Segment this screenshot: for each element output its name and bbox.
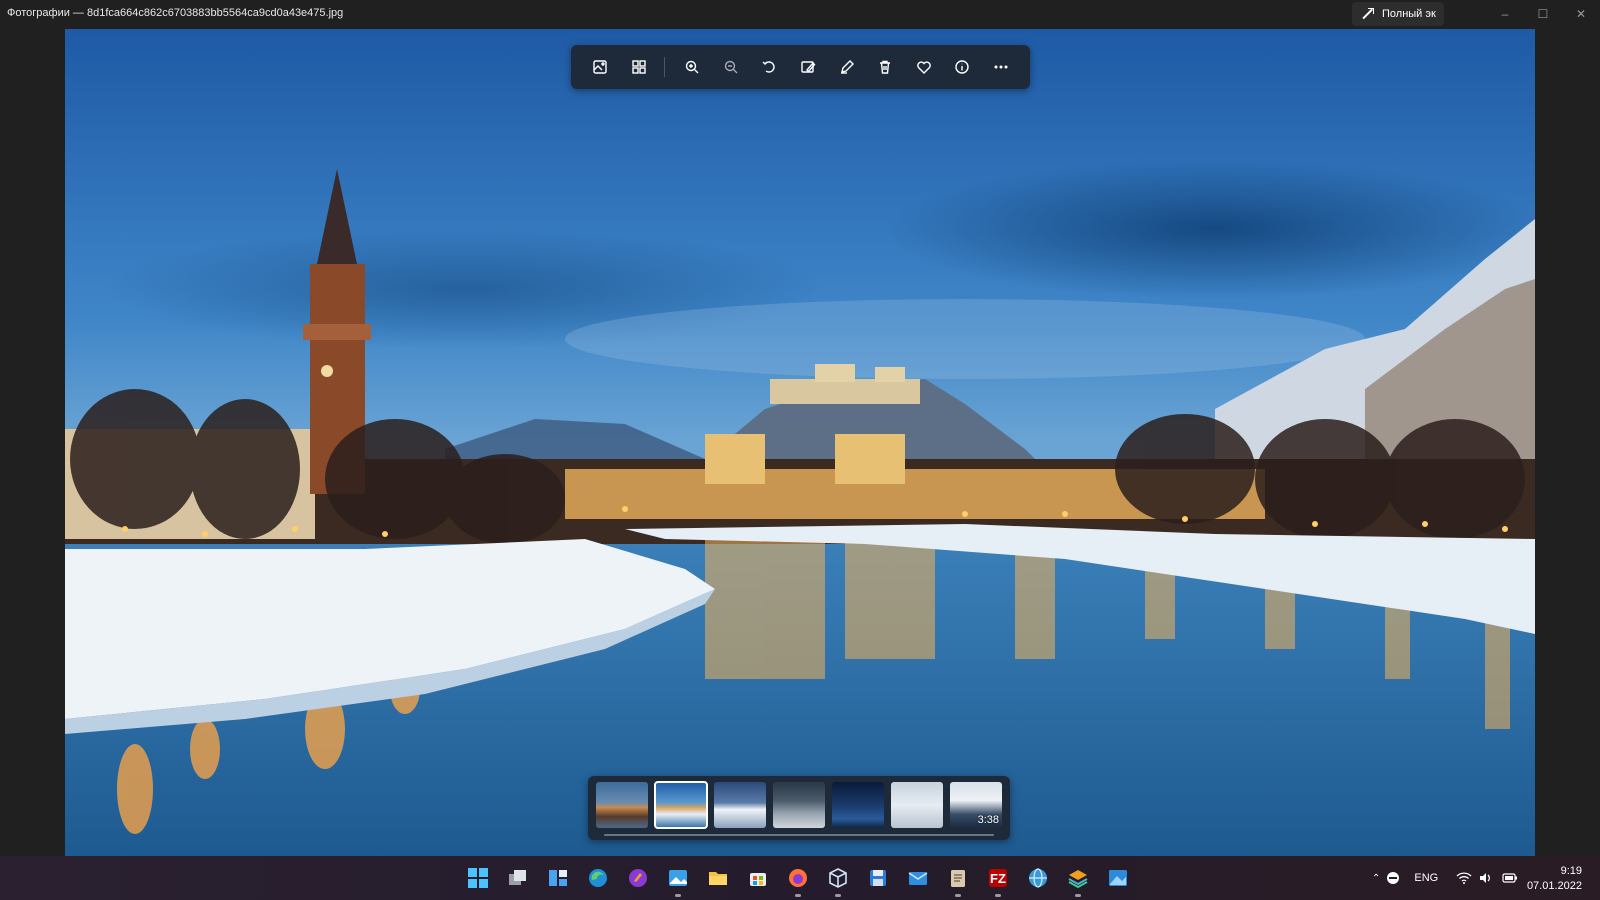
3d-viewer-button[interactable] <box>822 862 854 897</box>
running-indicator <box>955 894 961 897</box>
clock-date: 07.01.2022 <box>1526 880 1582 892</box>
video-thumbnail[interactable]: 3:38 <box>950 782 1002 828</box>
running-indicator <box>995 894 1001 897</box>
thumbnail[interactable] <box>714 782 766 828</box>
running-indicator <box>835 894 841 897</box>
image-toolbar <box>571 45 1030 89</box>
photos-icon <box>669 870 687 886</box>
thumbnail[interactable] <box>832 782 884 828</box>
thumbnail[interactable] <box>596 782 648 828</box>
fullscreen-label: Полный эк <box>1382 8 1436 20</box>
toolbar-divider <box>664 57 666 77</box>
svg-text:FZ: FZ <box>990 871 1006 886</box>
globe-icon <box>1029 868 1047 888</box>
image-icon <box>1109 870 1127 886</box>
running-indicator <box>1075 894 1081 897</box>
purple-app-button[interactable] <box>622 862 654 894</box>
wifi-icon[interactable] <box>1456 871 1472 885</box>
more-icon[interactable] <box>981 47 1020 87</box>
minimize-button[interactable]: – <box>1486 0 1524 28</box>
file-explorer-button[interactable] <box>702 862 734 894</box>
windows-logo-icon <box>468 868 488 888</box>
chevron-up-icon[interactable]: ⌃ <box>1372 873 1380 884</box>
status-app-icon[interactable] <box>1386 871 1400 885</box>
battery-icon[interactable] <box>1502 871 1518 885</box>
folder-icon <box>709 872 727 885</box>
taskbar: FZ ⌃ ENG 9:19 07.01.2022 <box>0 856 1600 900</box>
rotate-icon[interactable] <box>750 47 789 87</box>
view-image-icon[interactable] <box>581 47 620 87</box>
photo-viewer[interactable] <box>65 29 1535 856</box>
thumbnail-selected[interactable] <box>654 781 708 829</box>
clock-time: 9:19 <box>1560 865 1582 877</box>
thumbnail[interactable] <box>891 782 943 828</box>
photos-app-button[interactable] <box>662 862 694 897</box>
clock[interactable]: 9:19 07.01.2022 <box>1527 864 1582 894</box>
system-tray: ⌃ ENG <box>1372 856 1518 900</box>
close-button[interactable]: ✕ <box>1562 0 1600 28</box>
running-indicator <box>795 894 801 897</box>
edge-button[interactable] <box>582 862 614 894</box>
widgets-icon <box>549 870 567 886</box>
volume-icon[interactable] <box>1478 871 1492 885</box>
notepad-button[interactable] <box>942 862 974 897</box>
language-indicator[interactable]: ENG <box>1414 872 1438 884</box>
draw-icon[interactable] <box>827 47 866 87</box>
firefox-icon <box>789 869 807 887</box>
task-view-button[interactable] <box>502 862 534 894</box>
mail-button[interactable] <box>902 862 934 894</box>
maximize-button[interactable]: ☐ <box>1524 0 1562 28</box>
floppy-icon <box>870 870 886 886</box>
notepad-icon <box>951 870 965 887</box>
filmstrip-scrollbar[interactable] <box>604 834 994 836</box>
info-icon[interactable] <box>943 47 982 87</box>
fullscreen-button[interactable]: Полный эк <box>1352 2 1444 26</box>
start-button[interactable] <box>462 862 494 894</box>
image-app-button[interactable] <box>1102 862 1134 894</box>
favorite-icon[interactable] <box>904 47 943 87</box>
edit-image-icon[interactable] <box>789 47 828 87</box>
photo-image <box>65 29 1535 856</box>
zoom-in-icon[interactable] <box>673 47 712 87</box>
title-bar: Фотографии — 8d1fca664c862c6703883bb5564… <box>0 0 1600 28</box>
running-indicator <box>675 894 681 897</box>
store-button[interactable] <box>742 862 774 894</box>
layers-icon <box>1068 870 1088 889</box>
window-title: Фотографии — 8d1fca664c862c6703883bb5564… <box>7 7 344 19</box>
firefox-button[interactable] <box>782 862 814 897</box>
store-icon <box>750 873 766 886</box>
filezilla-button[interactable]: FZ <box>982 862 1014 897</box>
task-view-icon <box>509 870 526 885</box>
thumbnail[interactable] <box>773 782 825 828</box>
purple-app-icon <box>629 869 647 887</box>
cube-icon <box>829 868 847 888</box>
delete-icon[interactable] <box>866 47 905 87</box>
video-duration: 3:38 <box>977 814 999 826</box>
mail-icon <box>908 872 928 885</box>
widgets-button[interactable] <box>542 862 574 894</box>
view-all-icon[interactable] <box>620 47 659 87</box>
filmstrip: 3:38 <box>588 776 1010 840</box>
globe-app-button[interactable] <box>1022 862 1054 894</box>
filezilla-icon: FZ <box>989 869 1007 887</box>
edge-icon <box>589 869 607 887</box>
save-app-button[interactable] <box>862 862 894 894</box>
expand-icon <box>1360 7 1374 21</box>
zoom-out-icon[interactable] <box>712 47 751 87</box>
layers-app-button[interactable] <box>1062 862 1094 897</box>
